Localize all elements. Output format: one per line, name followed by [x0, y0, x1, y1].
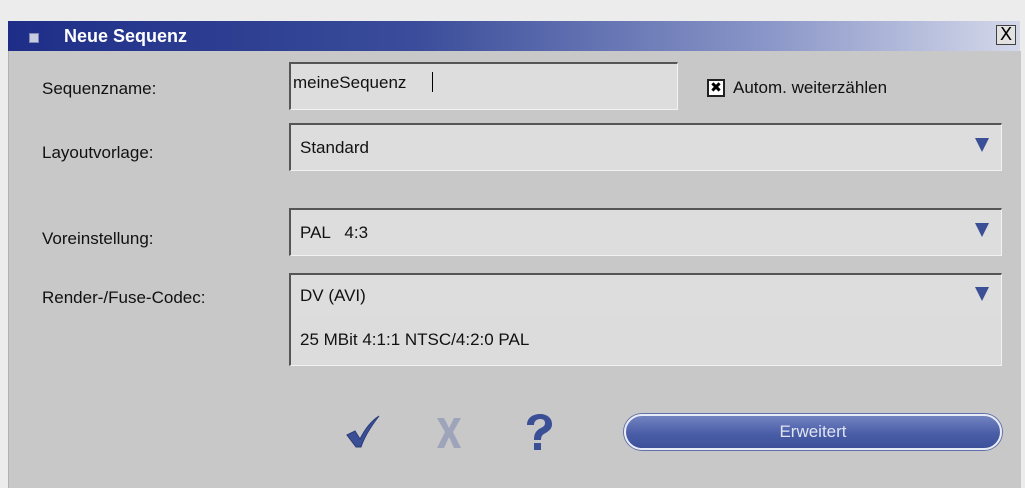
cancel-button[interactable] — [427, 413, 471, 453]
dialog-body: Sequenzname: meineSequenz ✖ Autom. weite… — [8, 51, 1021, 488]
sequence-name-value: meineSequenz — [293, 73, 407, 92]
sequence-name-input[interactable]: meineSequenz — [289, 62, 678, 110]
layout-template-label: Layoutvorlage: — [42, 143, 154, 162]
layout-template-select[interactable]: Standard — [289, 123, 1002, 171]
help-button[interactable] — [517, 413, 561, 453]
advanced-button[interactable]: Erweitert — [624, 414, 1002, 450]
codec-detail-box: 25 MBit 4:1:1 NTSC/4:2:0 PAL — [289, 318, 1002, 366]
codec-detail-text: 25 MBit 4:1:1 NTSC/4:2:0 PAL — [300, 330, 530, 349]
dialog-title: Neue Sequenz — [64, 26, 188, 46]
preset-value: PAL 4:3 — [300, 223, 369, 242]
ok-button[interactable] — [341, 413, 385, 453]
preset-select[interactable]: PAL 4:3 — [289, 208, 1002, 256]
chevron-down-icon[interactable] — [975, 287, 989, 301]
auto-increment-checkbox[interactable]: ✖ — [707, 79, 725, 97]
chevron-down-icon[interactable] — [975, 138, 989, 152]
close-button[interactable]: X — [996, 25, 1016, 45]
text-cursor — [432, 72, 433, 92]
layout-template-value: Standard — [300, 138, 369, 157]
auto-increment-label[interactable]: Autom. weiterzählen — [733, 78, 887, 98]
x-icon — [437, 418, 461, 448]
sequence-name-label: Sequenzname: — [42, 79, 157, 98]
codec-label: Render-/Fuse-Codec: — [42, 288, 206, 307]
new-sequence-dialog: Neue Sequenz X Sequenzname: meineSequenz… — [0, 0, 1025, 488]
preset-label: Voreinstellung: — [42, 229, 154, 248]
codec-select[interactable]: DV (AVI) — [289, 273, 1002, 319]
codec-value: DV (AVI) — [300, 286, 366, 305]
checkmark-icon — [346, 415, 380, 448]
title-bar[interactable]: Neue Sequenz X — [8, 21, 1020, 51]
question-icon — [527, 414, 552, 450]
window-menu-icon[interactable] — [29, 33, 39, 43]
chevron-down-icon[interactable] — [975, 223, 989, 237]
